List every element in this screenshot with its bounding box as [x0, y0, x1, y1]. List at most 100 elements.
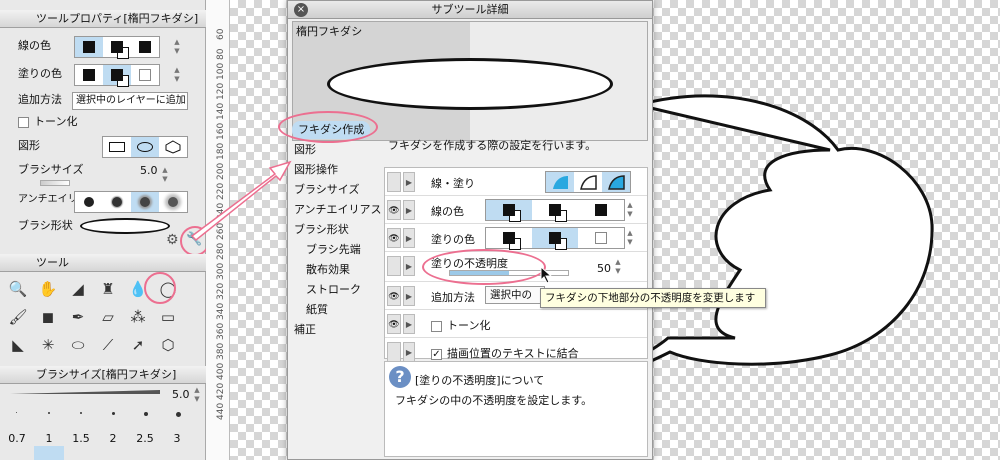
eye-icon[interactable]: 👁: [387, 200, 401, 220]
dialog-line-color-swatches[interactable]: [485, 199, 625, 221]
pen-icon[interactable]: ✒: [64, 304, 92, 330]
eraser-icon[interactable]: ▱: [94, 304, 122, 330]
line-color-label: 線の色: [18, 39, 51, 52]
expand-icon[interactable]: ▶: [403, 172, 415, 192]
eye-icon[interactable]: 👁: [387, 228, 401, 248]
gradient-icon[interactable]: ◼: [34, 304, 62, 330]
category-item[interactable]: ブラシサイズ: [294, 181, 359, 199]
expand-icon[interactable]: ▶: [403, 256, 415, 276]
settings-icon[interactable]: ⚙: [166, 232, 179, 248]
antialias-none-icon[interactable]: [75, 192, 103, 212]
close-button[interactable]: ×: [294, 3, 308, 17]
line-color-user[interactable]: [131, 37, 159, 57]
ellipse-shape-icon[interactable]: [131, 137, 159, 157]
combine-text-checkbox[interactable]: ✓: [431, 348, 442, 360]
tone-checkbox[interactable]: [18, 116, 29, 128]
dlg-line-sub[interactable]: [532, 200, 578, 220]
brush-size-spin[interactable]: ▲ ▼: [160, 166, 170, 186]
brush-size-dot: [176, 412, 181, 417]
expand-icon[interactable]: ▶: [403, 286, 415, 306]
antialias-medium-icon[interactable]: [131, 192, 159, 212]
select-arrow-icon[interactable]: ➚: [124, 332, 152, 358]
line-and-fill-icon[interactable]: [602, 172, 630, 192]
eye-toggle[interactable]: [387, 256, 401, 276]
brush-size-panel-spin[interactable]: ▲ ▼: [192, 386, 202, 406]
fill-opacity-value: 50: [597, 262, 611, 275]
add-method-label: 追加方法: [18, 93, 62, 106]
fill-opacity-spin[interactable]: ▲ ▼: [613, 258, 623, 278]
help-title: [塗りの不透明度]について: [415, 374, 545, 387]
pen-nib-icon[interactable]: ◢: [64, 276, 92, 302]
category-item[interactable]: ブラシ先端: [306, 241, 361, 259]
dlg-line-spin[interactable]: ▲ ▼: [625, 201, 635, 221]
ruler-tick: 80: [216, 48, 226, 60]
zoom-icon[interactable]: 🔍: [4, 276, 32, 302]
category-item[interactable]: 紙質: [306, 301, 328, 319]
dialog-line-color-label: 線の色: [431, 205, 464, 218]
shape-buttons[interactable]: [102, 136, 188, 158]
line-color-main[interactable]: [75, 37, 103, 57]
dialog-tone-checkbox[interactable]: [431, 320, 442, 332]
dlg-line-main[interactable]: [486, 200, 532, 220]
fill-color-sub[interactable]: [103, 65, 131, 85]
fill-only-icon[interactable]: [546, 172, 574, 192]
lasso-icon[interactable]: ⬭: [64, 332, 92, 358]
expand-icon[interactable]: ▶: [403, 342, 415, 362]
line-only-icon[interactable]: [574, 172, 602, 192]
add-method-select[interactable]: 選択中のレイヤーに追加: [72, 92, 188, 110]
category-item[interactable]: アンチエイリアス: [294, 201, 382, 219]
opacity-highlight-ring: [422, 249, 546, 285]
fill-color-swatches[interactable]: [74, 64, 160, 86]
expand-icon[interactable]: ▶: [403, 228, 415, 248]
fill-bucket-icon[interactable]: ◣: [4, 332, 32, 358]
dlg-line-user[interactable]: [578, 200, 624, 220]
tool-property-header: ツールプロパティ[楕円フキダシ]: [0, 10, 206, 28]
airbrush-icon[interactable]: ⁂: [124, 304, 152, 330]
brush-size-preset[interactable]: 2.5: [130, 432, 160, 445]
brush-shape-preview[interactable]: [80, 218, 170, 234]
brush-size-preset[interactable]: 1.5: [66, 432, 96, 445]
hand-icon[interactable]: ✋: [34, 276, 62, 302]
brush-size-dot: [48, 412, 50, 414]
line-color-sub[interactable]: [103, 37, 131, 57]
category-item[interactable]: 散布効果: [306, 261, 350, 279]
eye-toggle[interactable]: [387, 342, 401, 362]
dlg-fill-main[interactable]: [486, 228, 532, 248]
brush-size-preset[interactable]: 0.7: [2, 432, 32, 445]
fill-color-spin[interactable]: ▲ ▼: [172, 66, 182, 86]
dlg-fill-spin[interactable]: ▲ ▼: [625, 229, 635, 249]
eye-icon[interactable]: 👁: [387, 286, 401, 306]
fill-color-main[interactable]: [75, 65, 103, 85]
category-item[interactable]: 図形操作: [294, 161, 338, 179]
dlg-fill-transparent[interactable]: [578, 228, 624, 248]
category-item[interactable]: ストローク: [306, 281, 361, 299]
mouse-cursor-icon: [540, 265, 553, 287]
line-color-spin[interactable]: ▲ ▼: [172, 38, 182, 58]
fill-color-transparent[interactable]: [131, 65, 159, 85]
antialias-weak-icon[interactable]: [103, 192, 131, 212]
brush-size-preset[interactable]: 1: [34, 432, 64, 445]
dialog-fill-color-swatches[interactable]: [485, 227, 625, 249]
line-color-swatches[interactable]: [74, 36, 160, 58]
brush-size-preset[interactable]: 3: [162, 432, 192, 445]
antialias-buttons[interactable]: [74, 191, 188, 213]
brush-icon[interactable]: 🖌: [4, 304, 32, 330]
expand-icon[interactable]: ▶: [403, 200, 415, 220]
blend-icon[interactable]: ▭: [154, 304, 182, 330]
rect-shape-icon[interactable]: [103, 137, 131, 157]
eye-icon[interactable]: 👁: [387, 314, 401, 334]
ink-bottle-icon[interactable]: ♜: [94, 276, 122, 302]
hexagon-icon[interactable]: ⬡: [154, 332, 182, 358]
dialog-add-method-select[interactable]: 選択中の: [485, 286, 545, 304]
eye-toggle[interactable]: [387, 172, 401, 192]
category-item[interactable]: ブラシ形状: [294, 221, 349, 239]
eyedropper-icon[interactable]: ⟋: [94, 332, 122, 358]
sparkle-icon[interactable]: ✳: [34, 332, 62, 358]
category-item[interactable]: 補正: [294, 321, 316, 339]
expand-icon[interactable]: ▶: [403, 314, 415, 334]
brush-size-slider[interactable]: [40, 180, 70, 186]
tool-panel-header: ツール: [0, 254, 206, 272]
dlg-fill-sub[interactable]: [532, 228, 578, 248]
line-fill-buttons[interactable]: [545, 171, 631, 193]
brush-size-preset[interactable]: 2: [98, 432, 128, 445]
